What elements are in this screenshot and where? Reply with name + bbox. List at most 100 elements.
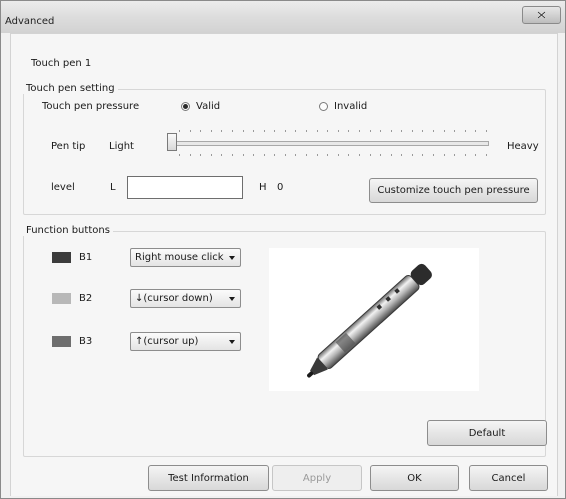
invalid-radio[interactable] <box>319 102 328 111</box>
chevron-down-icon <box>229 340 235 344</box>
slider-tick <box>370 130 371 132</box>
slider-tick <box>317 154 318 156</box>
light-label: Light <box>109 141 134 152</box>
pressure-slider-thumb[interactable] <box>167 133 177 151</box>
slider-tick <box>359 154 360 156</box>
ok-button[interactable]: OK <box>370 465 459 491</box>
pen-illustration-panel <box>269 248 479 391</box>
slider-tick <box>211 130 212 132</box>
slider-tick <box>444 130 445 132</box>
pressure-label: Touch pen pressure <box>42 101 140 112</box>
slider-tick <box>285 154 286 156</box>
pressure-slider-track[interactable] <box>175 141 489 146</box>
slider-tick <box>221 130 222 132</box>
b2-function-select[interactable]: ↓(cursor down) <box>130 289 241 308</box>
touch-pen-icon <box>307 263 432 378</box>
slider-tick <box>306 130 307 132</box>
function-buttons-heading: Function buttons <box>23 225 113 236</box>
slider-tick <box>295 154 296 156</box>
slider-tick <box>486 130 487 132</box>
level-input[interactable] <box>127 176 243 199</box>
level-h-label: H <box>259 182 267 193</box>
slider-tick <box>370 154 371 156</box>
slider-tick <box>433 130 434 132</box>
slider-tick <box>465 130 466 132</box>
title-bar[interactable]: Advanced <box>1 1 565 33</box>
b1-label: B1 <box>79 252 93 263</box>
b2-selected-value: ↓(cursor down) <box>135 293 213 304</box>
slider-tick <box>391 154 392 156</box>
default-button[interactable]: Default <box>427 420 547 446</box>
slider-tick <box>422 154 423 156</box>
slider-tick <box>243 154 244 156</box>
slider-ticks-top <box>179 130 487 132</box>
b3-color-swatch <box>52 336 71 347</box>
close-icon <box>537 11 546 19</box>
slider-tick <box>211 154 212 156</box>
slider-tick <box>190 154 191 156</box>
slider-tick <box>327 130 328 132</box>
slider-tick <box>433 154 434 156</box>
slider-tick <box>200 154 201 156</box>
test-information-button[interactable]: Test Information <box>148 465 269 491</box>
slider-tick <box>253 154 254 156</box>
b3-label: B3 <box>79 336 93 347</box>
slider-tick <box>486 154 487 156</box>
slider-tick <box>359 130 360 132</box>
slider-tick <box>179 130 180 132</box>
slider-tick <box>243 130 244 132</box>
level-h-value: 0 <box>277 182 284 193</box>
slider-tick <box>232 130 233 132</box>
slider-tick <box>465 154 466 156</box>
slider-tick <box>285 130 286 132</box>
valid-radio-label[interactable]: Valid <box>196 101 220 112</box>
b1-color-swatch <box>52 252 71 263</box>
b1-selected-value: Right mouse click <box>135 252 224 263</box>
slider-tick <box>380 130 381 132</box>
slider-tick <box>200 130 201 132</box>
slider-tick <box>412 154 413 156</box>
cancel-button[interactable]: Cancel <box>469 465 548 491</box>
slider-tick <box>338 130 339 132</box>
b3-function-select[interactable]: ↑(cursor up) <box>130 332 241 351</box>
level-l-label: L <box>110 182 116 193</box>
heavy-label: Heavy <box>507 141 539 152</box>
valid-radio[interactable] <box>181 102 190 111</box>
slider-tick <box>401 154 402 156</box>
slider-tick <box>475 154 476 156</box>
close-button[interactable] <box>522 6 561 24</box>
slider-tick <box>179 154 180 156</box>
slider-ticks-bottom <box>179 154 487 156</box>
b1-function-select[interactable]: Right mouse click <box>130 248 241 267</box>
slider-tick <box>348 130 349 132</box>
slider-tick <box>422 130 423 132</box>
customize-pressure-button[interactable]: Customize touch pen pressure <box>369 178 538 203</box>
apply-button[interactable]: Apply <box>272 465 362 491</box>
pen-tip-label: Pen tip <box>51 141 86 152</box>
slider-tick <box>454 154 455 156</box>
window-title: Advanced <box>5 16 55 27</box>
slider-tick <box>306 154 307 156</box>
slider-tick <box>475 130 476 132</box>
slider-tick <box>401 130 402 132</box>
slider-tick <box>232 154 233 156</box>
invalid-radio-label[interactable]: Invalid <box>334 101 367 112</box>
device-name-label: Touch pen 1 <box>31 58 92 69</box>
level-label: level <box>51 182 75 193</box>
slider-tick <box>391 130 392 132</box>
slider-tick <box>274 154 275 156</box>
slider-tick <box>253 130 254 132</box>
slider-tick <box>380 154 381 156</box>
slider-tick <box>264 130 265 132</box>
b3-selected-value: ↑(cursor up) <box>135 336 199 347</box>
radio-selected-dot <box>183 104 188 109</box>
advanced-dialog: Advanced Touch pen 1 Touch pen setting T… <box>0 0 566 499</box>
slider-tick <box>317 130 318 132</box>
slider-tick <box>274 130 275 132</box>
slider-tick <box>327 154 328 156</box>
b2-color-swatch <box>52 293 71 304</box>
b2-label: B2 <box>79 293 93 304</box>
chevron-down-icon <box>229 256 235 260</box>
slider-tick <box>221 154 222 156</box>
slider-tick <box>412 130 413 132</box>
